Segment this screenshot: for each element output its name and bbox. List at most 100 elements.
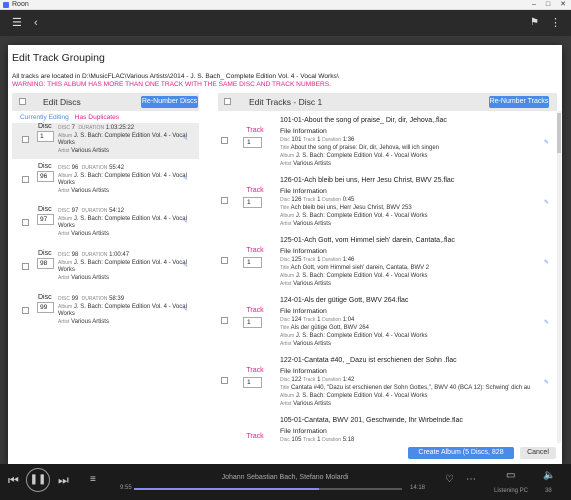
disc-row[interactable]: Disc 99 DISC 99 DURATION 58:39 Album J. …: [12, 294, 199, 330]
now-playing-artist: Johann Sebastian Bach, Stefano Molardi: [221, 474, 349, 481]
disc-metadata: DISC 97 DURATION 54:12 Album J. S. Bach:…: [58, 208, 187, 237]
next-track-icon[interactable]: ⏭: [58, 473, 69, 488]
maximize-icon[interactable]: □: [541, 0, 555, 10]
track-filename: 105-01-Cantata, BWV 201, Geschwinde, Ihr…: [280, 417, 463, 424]
track-number-input[interactable]: 1: [243, 257, 262, 268]
track-row[interactable]: Track 105-01-Cantata, BWV 201, Geschwind…: [241, 417, 553, 443]
track-metadata: Disc 105 Track 1 Duration 5:18: [280, 437, 355, 443]
disc-number-input[interactable]: 1: [37, 131, 54, 142]
track-number-input[interactable]: 1: [243, 377, 262, 388]
total-time: 14:18: [410, 485, 426, 491]
track-row[interactable]: Track 1 124-01-Als der gütige Gott, BWV …: [221, 297, 553, 355]
track-filename: 122-01-Cantata #40, _Dazu ist erschienen…: [280, 357, 457, 364]
track-row[interactable]: Track 1 101-01-About the song of praise_…: [221, 117, 553, 175]
disc-row[interactable]: Disc 96 DISC 96 DURATION 55:42 Album J. …: [12, 163, 199, 199]
queue-icon[interactable]: ≡: [90, 474, 96, 485]
file-info-heading: File Information: [280, 428, 327, 435]
edit-track-icon[interactable]: ✎: [544, 199, 549, 206]
track-checkbox[interactable]: [221, 137, 228, 144]
volume-icon[interactable]: 🔈: [543, 470, 555, 481]
disc-number-input[interactable]: 96: [37, 171, 54, 182]
track-row[interactable]: Track 1 126-01-Ach bleib bei uns, Herr J…: [221, 177, 553, 235]
dialog-title: Edit Track Grouping: [12, 52, 105, 64]
dialog-footer: Create Album (5 Discs, 828 Tracks) Cance…: [8, 443, 562, 468]
renumber-discs-button[interactable]: Re-Number Discs: [141, 96, 198, 108]
disc-label: Disc: [38, 123, 52, 130]
track-checkbox[interactable]: [221, 317, 228, 324]
track-row[interactable]: Track 1 122-01-Cantata #40, _Dazu ist er…: [221, 357, 553, 415]
hamburger-menu-icon[interactable]: ☰: [12, 16, 22, 30]
disc-checkbox[interactable]: [22, 176, 29, 183]
tracks-panel-header: Edit Tracks - Disc 1 Re-Number Tracks: [218, 93, 557, 111]
tracks-panel-title: Edit Tracks - Disc 1: [249, 97, 323, 107]
disc-label: Disc: [38, 294, 52, 301]
more-actions-icon[interactable]: ⋯: [466, 474, 476, 485]
track-metadata: Disc 122 Track 1 Duration 1:42 Title Can…: [280, 377, 531, 407]
track-checkbox[interactable]: [221, 377, 228, 384]
location-info: All tracks are located in D:\MusicFLAC\V…: [12, 73, 339, 80]
disc-metadata: DISC 99 DURATION 58:39 Album J. S. Bach:…: [58, 296, 187, 325]
track-label: Track: [246, 433, 264, 440]
speaker-zone-icon[interactable]: ▭: [506, 470, 515, 481]
edit-track-icon[interactable]: ✎: [544, 259, 549, 266]
track-checkbox[interactable]: [221, 197, 228, 204]
elapsed-time: 9:55: [120, 485, 132, 491]
edit-disc-icon[interactable]: ✎: [183, 135, 188, 142]
window-title: Roon: [12, 1, 29, 8]
disc-number-input[interactable]: 99: [37, 302, 54, 313]
edit-track-icon[interactable]: ✎: [544, 319, 549, 326]
track-label: Track: [246, 187, 264, 194]
edit-track-icon[interactable]: ✎: [544, 379, 549, 386]
track-checkbox[interactable]: [221, 257, 228, 264]
disc-row[interactable]: Disc 98 DISC 98 DURATION 1:00:47 Album J…: [12, 250, 199, 286]
app-header: ☰ ‹ ⚑ ⋮: [0, 10, 571, 36]
tracks-scrollbar[interactable]: [557, 111, 561, 491]
select-all-discs-checkbox[interactable]: [19, 98, 26, 105]
track-number-input[interactable]: 1: [243, 137, 262, 148]
discs-panel-title: Edit Discs: [43, 97, 81, 107]
disc-metadata: DISC 7 DURATION 1:03:25:22 Album J. S. B…: [58, 125, 187, 154]
close-window-icon[interactable]: ✕: [556, 0, 570, 10]
more-options-icon[interactable]: ⋮: [550, 16, 561, 30]
create-album-button[interactable]: Create Album (5 Discs, 828 Tracks): [408, 447, 514, 468]
track-number-input[interactable]: 1: [243, 317, 262, 328]
back-arrow-icon[interactable]: ‹: [34, 16, 38, 30]
track-number-input[interactable]: 1: [243, 197, 262, 208]
heart-icon[interactable]: ♡: [445, 474, 454, 485]
file-info-heading: File Information: [280, 308, 327, 315]
disc-checkbox[interactable]: [22, 307, 29, 314]
disc-label: Disc: [38, 163, 52, 170]
roon-logo-icon: [3, 2, 9, 8]
track-metadata: Disc 125 Track 1 Duration 1:46 Title Ach…: [280, 257, 430, 287]
duplicate-warning: WARNING: THIS ALBUM HAS MORE THAN ONE TR…: [12, 81, 331, 88]
disc-number-input[interactable]: 97: [37, 214, 54, 225]
disc-number-input[interactable]: 98: [37, 258, 54, 269]
seek-bar[interactable]: [134, 488, 402, 490]
previous-track-icon[interactable]: ⏮: [8, 473, 19, 488]
disc-checkbox[interactable]: [22, 219, 29, 226]
disc-checkbox[interactable]: [22, 136, 29, 143]
disc-label: Disc: [38, 250, 52, 257]
pause-icon[interactable]: ❚❚: [26, 468, 50, 492]
track-metadata: Disc 101 Track 1 Duration 1:36 Title Abo…: [280, 137, 440, 167]
select-all-tracks-checkbox[interactable]: [224, 98, 231, 105]
track-metadata: Disc 126 Track 1 Duration 0:45 Title Ach…: [280, 197, 428, 227]
legend-has-duplicates: Has Duplicates: [74, 114, 120, 121]
minimize-icon[interactable]: –: [527, 0, 541, 10]
edit-track-grouping-dialog: Edit Track Grouping All tracks are locat…: [8, 45, 562, 491]
edit-disc-icon[interactable]: ✎: [183, 175, 188, 182]
cancel-button[interactable]: Cancel: [520, 447, 556, 459]
edit-disc-icon[interactable]: ✎: [183, 306, 188, 313]
renumber-tracks-button[interactable]: Re-Number Tracks: [489, 96, 549, 108]
bookmark-icon[interactable]: ⚑: [530, 16, 539, 30]
edit-disc-icon[interactable]: ✎: [183, 218, 188, 225]
disc-label: Disc: [38, 206, 52, 213]
disc-row[interactable]: Disc 97 DISC 97 DURATION 54:12 Album J. …: [12, 206, 199, 242]
track-row[interactable]: Track 1 125-01-Ach Gott, vom Himmel sieh…: [221, 237, 553, 295]
disc-checkbox[interactable]: [22, 263, 29, 270]
status-legend: Currently Editing Has Duplicates: [20, 114, 119, 121]
disc-row[interactable]: Disc 1 DISC 7 DURATION 1:03:25:22 Album …: [12, 123, 199, 159]
edit-track-icon[interactable]: ✎: [544, 139, 549, 146]
discs-panel-header: Edit Discs Re-Number Discs: [12, 93, 199, 111]
edit-disc-icon[interactable]: ✎: [183, 262, 188, 269]
